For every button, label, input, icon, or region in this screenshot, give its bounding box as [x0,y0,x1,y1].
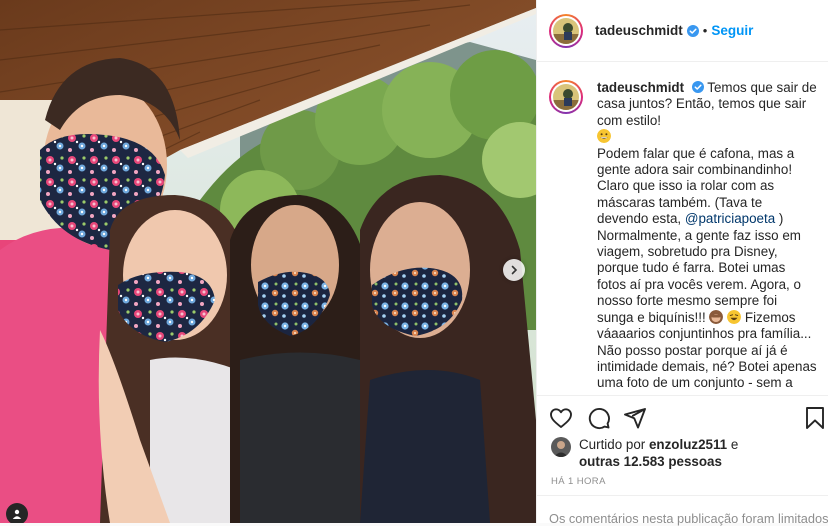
likes-prefix: Curtido por [579,437,646,452]
post-photo[interactable] [0,0,536,523]
liker-username[interactable]: enzoluz2511 [649,437,727,452]
heart-icon[interactable] [549,406,573,430]
chevron-right-icon [511,265,518,275]
liker-avatar[interactable] [551,437,571,457]
user-tag-icon [12,509,22,519]
separator-dot: • [702,23,708,38]
liker-avatar-image [551,437,571,457]
comment-icon[interactable] [587,406,611,430]
verified-badge-icon [686,24,699,37]
caption-avatar[interactable] [549,80,583,114]
avatar-image [553,17,579,44]
caption-username[interactable]: tadeuschmidt [597,80,684,95]
likes-conj: e [730,437,739,452]
see-no-evil-monkey-emoji-icon [709,309,724,324]
caption-text: tadeuschmidt Temos que sair de casa junt… [597,80,817,394]
post-side-panel: tadeuschmidt • Seguir tadeuschmidt Temos… [536,0,828,526]
likes-summary: Curtido por enzoluz2511 e outras 12.583 … [551,436,821,470]
likes-text: Curtido por enzoluz2511 e outras 12.583 … [579,436,738,470]
post-timestamp[interactable]: HÁ 1 HORA [551,476,606,487]
post-header: tadeuschmidt • Seguir [537,0,828,62]
paper-plane-icon[interactable] [623,406,647,430]
grin-emoji-icon [597,129,611,144]
follow-button[interactable]: Seguir [711,23,753,38]
likes-others-link[interactable]: outras 12.583 pessoas [579,454,722,469]
avatar-image [553,84,579,110]
next-photo-button[interactable] [503,259,525,281]
caption-paragraph-2-end: ) [778,211,784,227]
comments-limited-notice: Os comentários nesta publicação foram li… [537,495,828,526]
caption-area[interactable]: tadeuschmidt Temos que sair de casa junt… [537,63,828,394]
caption-row: tadeuschmidt Temos que sair de casa junt… [549,80,817,394]
header-username[interactable]: tadeuschmidt [595,23,683,38]
laughing-emoji-icon [727,309,742,324]
avatar[interactable] [549,13,583,48]
verified-badge-icon [691,81,704,93]
bookmark-icon[interactable] [803,406,827,430]
action-bar [537,395,828,437]
family-masks-photo [0,0,536,523]
tagged-users-button[interactable] [6,503,28,523]
mention-link[interactable]: @patriciapoeta [685,211,775,226]
instagram-post: tadeuschmidt • Seguir tadeuschmidt Temos… [0,0,828,526]
